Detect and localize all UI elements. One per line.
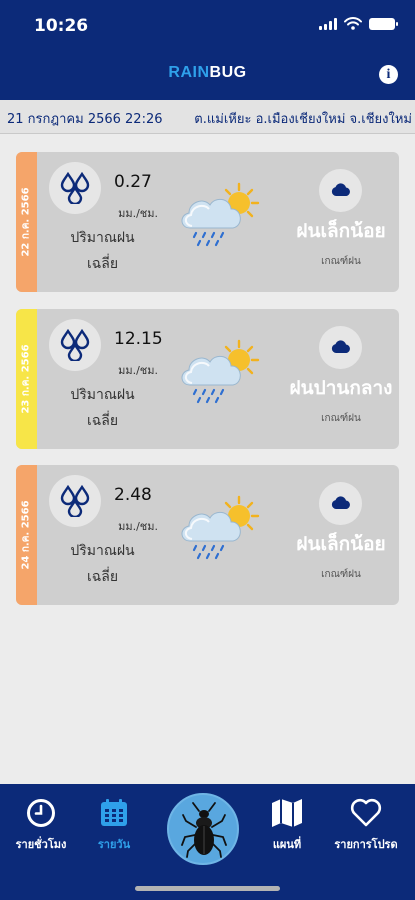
average-rain-label-line2: เฉลี่ย [86, 256, 119, 272]
sun-cloud-rain-icon [178, 182, 266, 256]
nav-hourly[interactable]: รายชั่วโมง [1, 798, 81, 853]
signal-icon [319, 17, 337, 30]
bug-center-button[interactable] [167, 793, 239, 865]
forecast-date: 24 ก.ค. 2566 [20, 500, 32, 570]
status-icons [319, 17, 398, 30]
status-bar: 10:26 [0, 0, 415, 50]
raindrops-icon [49, 162, 101, 214]
nav-favorites-label: รายการโปรด [334, 838, 398, 851]
average-rain-label-line2: เฉลี่ย [86, 569, 119, 585]
nav-daily[interactable]: รายวัน [74, 798, 154, 853]
rain-unit: มม./ชม. [118, 364, 158, 377]
location-place: ต.แม่เหียะ อ.เมืองเชียงใหม่ จ.เชียงใหม่ [194, 112, 412, 127]
forecast-date: 22 ก.ค. 2566 [20, 187, 32, 257]
forecast-card[interactable]: 23 ก.ค. 2566 12.15 มม./ชม. ปริมาณฝน เฉลี… [16, 309, 399, 449]
rain-amount: 0.27 [114, 172, 152, 192]
location-datetime: 21 กรกฎาคม 2566 22:26 [7, 112, 163, 127]
sun-cloud-rain-icon [178, 495, 266, 569]
average-rain-label: ปริมาณฝน เฉลี่ย [46, 538, 159, 590]
rain-criteria-label: เกณฑ์ฝน [321, 569, 361, 580]
cloud-icon [319, 482, 362, 525]
bottom-nav: รายชั่วโมง รายวัน แผนที่ รายการโปรด [0, 784, 415, 900]
raindrops-icon [49, 475, 101, 527]
average-rain-label-line1: ปริมาณฝน [70, 387, 135, 403]
battery-icon [369, 17, 398, 30]
clock-icon [27, 799, 55, 827]
average-rain-label-line1: ปริมาณฝน [70, 543, 135, 559]
app-bar: RAINBUG i [0, 56, 415, 92]
nav-favorites[interactable]: รายการโปรด [326, 798, 406, 853]
average-rain-label-line1: ปริมาณฝน [70, 230, 135, 246]
date-strip: 22 ก.ค. 2566 [16, 152, 37, 292]
cloud-icon [319, 169, 362, 212]
info-icon[interactable]: i [379, 65, 398, 84]
logo-bug-text: BUG [209, 64, 247, 81]
top-header: 10:26 RAINBUG i [0, 0, 415, 100]
status-time: 10:26 [34, 16, 89, 36]
rain-amount: 2.48 [114, 485, 152, 505]
average-rain-label: ปริมาณฝน เฉลี่ย [46, 225, 159, 277]
forecast-card[interactable]: 24 ก.ค. 2566 2.48 มม./ชม. ปริมาณฝน เฉลี่… [16, 465, 399, 605]
average-rain-label: ปริมาณฝน เฉลี่ย [46, 382, 159, 434]
forecast-date: 23 ก.ค. 2566 [20, 344, 32, 414]
beetle-icon [181, 802, 227, 858]
heart-icon [350, 798, 382, 827]
date-strip: 23 ก.ค. 2566 [16, 309, 37, 449]
rain-criteria-label: เกณฑ์ฝน [321, 256, 361, 267]
wifi-icon [344, 17, 362, 30]
date-strip: 24 ก.ค. 2566 [16, 465, 37, 605]
rain-level: ฝนปานกลาง [289, 377, 393, 399]
map-icon [272, 799, 302, 827]
calendar-icon [101, 799, 127, 826]
location-bar: 21 กรกฎาคม 2566 22:26 ต.แม่เหียะ อ.เมือง… [0, 100, 415, 134]
nav-map[interactable]: แผนที่ [247, 798, 327, 853]
forecast-card[interactable]: 22 ก.ค. 2566 0.27 มม./ชม. ปริมาณฝน เฉลี่… [16, 152, 399, 292]
home-indicator [135, 886, 280, 891]
rain-level: ฝนเล็กน้อย [296, 533, 386, 555]
nav-map-label: แผนที่ [272, 838, 302, 851]
nav-daily-label: รายวัน [97, 838, 131, 851]
cloud-icon [319, 326, 362, 369]
sun-cloud-rain-icon [178, 339, 266, 413]
rain-unit: มม./ชม. [118, 207, 158, 220]
average-rain-label-line2: เฉลี่ย [86, 413, 119, 429]
rain-amount: 12.15 [114, 329, 163, 349]
rain-unit: มม./ชม. [118, 520, 158, 533]
rain-criteria-label: เกณฑ์ฝน [321, 413, 361, 424]
rain-level: ฝนเล็กน้อย [296, 220, 386, 242]
app-logo: RAINBUG [0, 64, 415, 82]
raindrops-icon [49, 319, 101, 371]
logo-rain-text: RAIN [168, 64, 210, 81]
nav-hourly-label: รายชั่วโมง [15, 838, 67, 851]
